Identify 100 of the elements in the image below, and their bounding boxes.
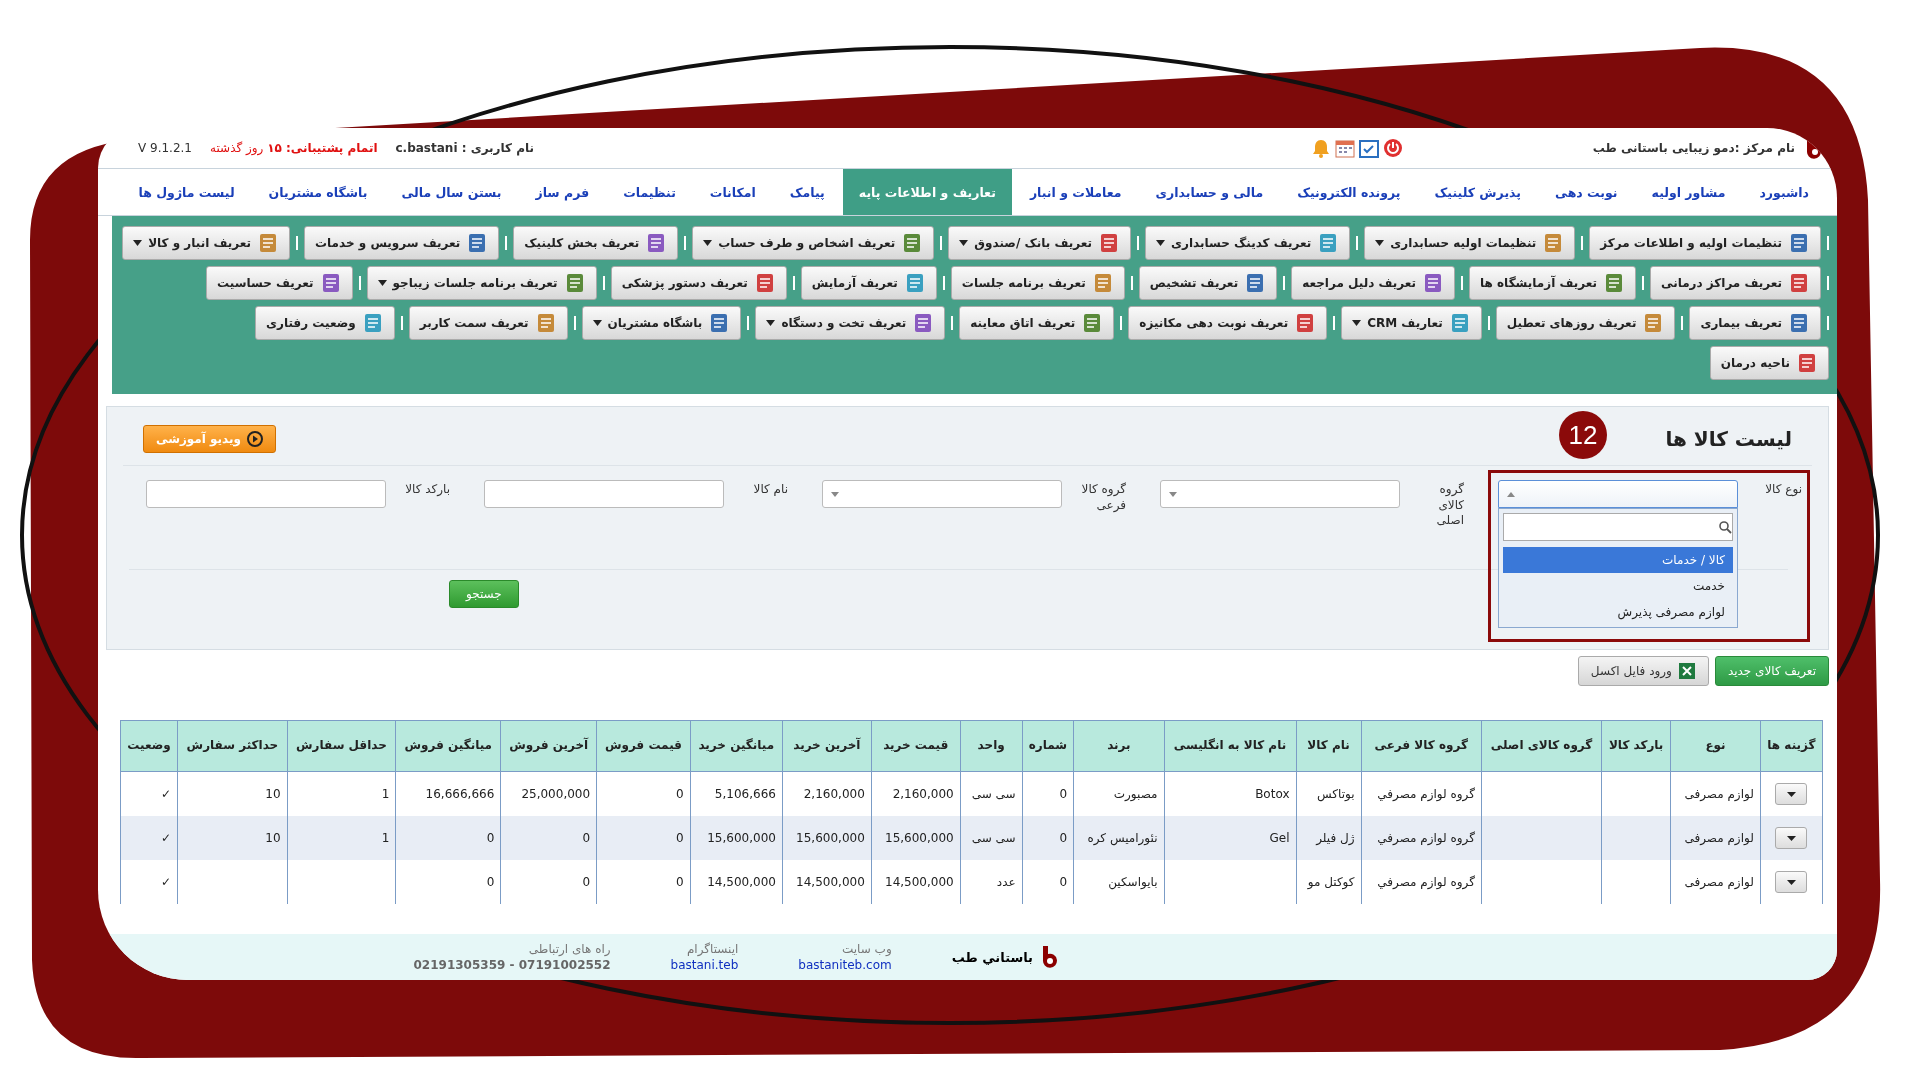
toolbar-button[interactable]: تعریف بیماری [1689,306,1821,340]
nav-tab[interactable]: نوبت دهی [1539,169,1634,215]
column-header: حداکثر سفارش [177,720,288,772]
toolbar-button[interactable]: تعریف سمت کاربر [408,306,568,340]
dropdown-field[interactable] [822,480,1062,508]
row-menu-button[interactable] [1775,827,1808,849]
table-cell: گروه لوازم مصرفي [1377,831,1475,845]
nav-tab[interactable]: مالی و حسابداری [1139,169,1280,215]
column-header: میانگین خرید [690,720,783,772]
toolbar-button[interactable]: تعریف سرویس و خدمات [304,226,500,260]
table-cell: 2,160,000 [803,787,865,801]
nav-tab[interactable]: پذیرش کلینیک [1418,169,1537,215]
toolbar-button[interactable]: تعریف آزمایش [800,266,937,300]
row-menu-button[interactable] [1775,871,1808,893]
toolbar-button[interactable]: وضعیت رفتاری [255,306,395,340]
document-icon [1788,272,1810,294]
nav-tab[interactable]: امکانات [693,169,772,215]
column-header: برند [1073,720,1165,772]
column-header: قیمت فروش [596,720,691,772]
field-label: گروه کالا فرعی [1080,481,1126,514]
table-cell: عدد [996,875,1016,889]
toolbar-button[interactable]: ناحیه درمان [1709,346,1829,380]
toolbar-button[interactable]: تعریف برنامه جلسات [950,266,1125,300]
column-header: میانگین فروش [395,720,501,772]
toolbar-button[interactable]: تعریف نوبت دهی مکانیزه [1128,306,1328,340]
contact-label: اینستاگرام [685,942,739,956]
nav-tab[interactable]: پیامک [773,169,841,215]
toolbar-button[interactable]: تعریف آزمایشگاه ها [1469,266,1636,300]
toolbar-button[interactable]: تعریف بانک /صندوق [948,226,1131,260]
toolbar-button[interactable]: تعریف انبار و کالا [122,226,290,260]
table-cell: Botox [1255,787,1290,801]
document-icon [1603,272,1625,294]
column-header: گروه کالای اصلی [1481,720,1602,772]
caret-down-icon [831,492,839,497]
table-cell: 0 [1059,831,1068,845]
toolbar-button[interactable]: تعریف حساسیت [206,266,353,300]
toolbar-button[interactable]: تنظیمات اولیه و اطلاعات مرکز [1589,226,1821,260]
toolbar-button[interactable]: تعریف کدینگ حسابداری [1144,226,1351,260]
table-cell: 5,106,666 [714,787,776,801]
nav-tab[interactable]: پرونده الکترونیک [1281,169,1417,215]
document-icon [1788,312,1810,334]
table-cell: 0 [676,787,684,801]
table-cell: ✓ [161,787,172,801]
toolbar-button[interactable]: باشگاه مشتریان [581,306,742,340]
contact-link[interactable]: bastani.teb [670,958,739,972]
toolbar-button[interactable]: تعریف تخت و دستگاه [755,306,946,340]
table-cell: 15,600,000 [796,831,865,845]
phone-numbers: 07191002552 - 02191305359 [413,958,611,972]
table-cell: 14,500,000 [885,875,954,889]
nav-tab[interactable]: فرم ساز [519,169,606,215]
toolbar-button[interactable]: تعریف دستور پزشکی [610,266,787,300]
nav-tab[interactable]: باشگاه مشتریان [252,169,384,215]
caret-up-icon [1507,492,1515,497]
page-title: لیست کالا ها [1665,427,1792,451]
toolbar-button[interactable]: تعریف روزهای تعطیل [1495,306,1676,340]
nav-tab[interactable]: داشبورد [1743,169,1825,215]
toolbar-button[interactable]: تنظیمات اولیه حسابداری [1364,226,1576,260]
dropdown-field[interactable] [1160,480,1400,508]
column-header: آخرین فروش [500,720,597,772]
excel-import-button[interactable]: ورود فایل اکسل [1577,656,1709,686]
nav-tab[interactable]: معاملات و انبار [1013,169,1138,215]
nav-tab[interactable]: مشاور اولیه [1635,169,1742,215]
toolbar-button[interactable]: تعریف اشخاص و طرف حساب [692,226,935,260]
dropdown-option[interactable]: کالا / خدمات [1503,547,1733,573]
field-label: گروه کالای اصلی [1435,481,1464,529]
column-header: قیمت خرید [871,720,961,772]
nav-tab[interactable]: لیست ماژول ها [122,169,251,215]
toolbar-button[interactable]: تعاریف CRM [1341,306,1482,340]
table-cell: سی سی [971,831,1016,845]
row-menu-button[interactable] [1775,783,1808,805]
field-label: بارکد کالا [404,481,450,498]
document-icon [1796,352,1818,374]
username: نام کاربری : c.bastani [395,141,534,155]
input-field[interactable] [484,480,724,508]
table-cell: 0 [582,831,591,845]
nav-tab[interactable]: تنظیمات [607,169,692,215]
search-field[interactable] [1503,513,1733,541]
contact-link[interactable]: bastaniteb.com [798,958,892,972]
toolbar-button[interactable]: تعریف مراکز درمانی [1650,266,1821,300]
toolbar-button[interactable]: تعریف اتاق معاینه [959,306,1115,340]
table-cell: 0 [486,875,495,889]
input-field[interactable] [146,480,386,508]
dropdown-option[interactable]: لوازم مصرفی پذیرش [1503,599,1733,625]
table-cell: گروه لوازم مصرفي [1377,875,1475,889]
table-cell: سی سی [971,787,1016,801]
dropdown-field[interactable] [1498,480,1738,508]
table-cell: 15,600,000 [885,831,954,845]
toolbar-button[interactable]: تعریف بخش کلینیک [513,226,679,260]
dropdown-option[interactable]: خدمت [1503,573,1733,599]
table-cell: 0 [1059,787,1068,801]
table-cell: 1 [381,831,390,845]
power-icon [1382,138,1403,158]
caret-icon [1786,879,1796,885]
toolbar-button[interactable]: تعریف برنامه جلسات زیباجو [366,266,597,300]
toolbar-button[interactable]: تعریف دلیل مراجعه [1291,266,1456,300]
toolbar-button[interactable]: تعریف تشخیص [1138,266,1278,300]
table-cell: ✓ [161,831,172,845]
nav-tab[interactable]: بستن سال مالی [385,169,518,215]
support-status: اتمام پشتیبانی: ۱۵ روز گذشته [210,141,378,155]
column-header: گروه کالا فرعی [1361,720,1482,772]
